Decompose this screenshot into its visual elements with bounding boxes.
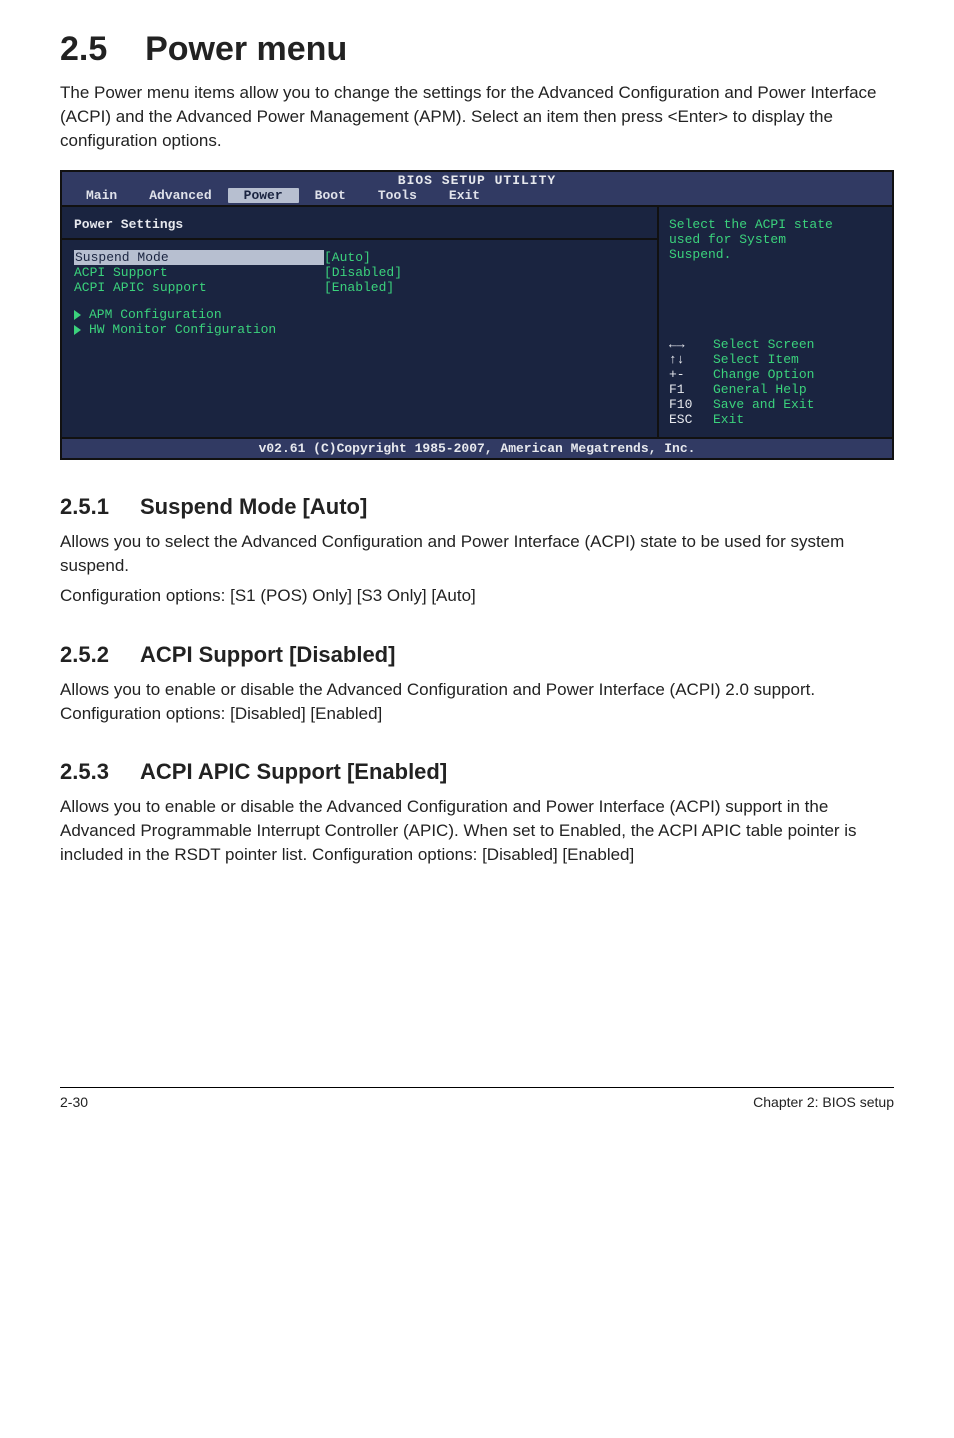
nav-key: ↑↓ — [669, 352, 713, 367]
menu-exit[interactable]: Exit — [433, 188, 496, 203]
menu-power[interactable]: Power — [228, 188, 299, 203]
setting-label: ACPI Support — [74, 265, 324, 280]
menu-tools[interactable]: Tools — [362, 188, 433, 203]
setting-acpi-apic-support[interactable]: ACPI APIC support [Enabled] — [74, 280, 645, 295]
nav-desc: Select Screen — [713, 337, 814, 352]
nav-key: ESC — [669, 412, 713, 427]
subsection-title: ACPI Support [Disabled] — [140, 642, 395, 667]
bios-right-pane: Select the ACPI state used for System Su… — [657, 207, 892, 437]
body-text: Allows you to select the Advanced Config… — [60, 530, 894, 578]
chapter-label: Chapter 2: BIOS setup — [753, 1094, 894, 1110]
subsection-number: 2.5.2 — [60, 642, 140, 668]
page-footer: 2-30 Chapter 2: BIOS setup — [60, 1087, 894, 1110]
subsection-number: 2.5.1 — [60, 494, 140, 520]
bios-footer: v02.61 (C)Copyright 1985-2007, American … — [62, 437, 892, 458]
body-text: Configuration options: [S1 (POS) Only] [… — [60, 584, 894, 608]
subsection-number: 2.5.3 — [60, 759, 140, 785]
bios-screenshot: BIOS SETUP UTILITY Main Advanced Power B… — [60, 170, 894, 460]
help-line: Select the ACPI state — [669, 217, 882, 232]
nav-desc: Select Item — [713, 352, 799, 367]
subsection-title: ACPI APIC Support [Enabled] — [140, 759, 447, 784]
panel-title: Power Settings — [74, 217, 645, 232]
setting-suspend-mode[interactable]: Suspend Mode [Auto] — [74, 250, 645, 265]
triangle-right-icon — [74, 310, 81, 320]
nav-key: F10 — [669, 397, 713, 412]
menu-advanced[interactable]: Advanced — [133, 188, 227, 203]
setting-value: [Enabled] — [324, 280, 394, 295]
triangle-right-icon — [74, 325, 81, 335]
divider — [62, 238, 657, 240]
help-line: used for System — [669, 232, 882, 247]
setting-label: ACPI APIC support — [74, 280, 324, 295]
setting-label: Suspend Mode — [74, 250, 324, 265]
section-heading: 2.5 Power menu — [60, 30, 894, 69]
nav-legend: ←→Select Screen ↑↓Select Item +-Change O… — [659, 327, 892, 437]
setting-acpi-support[interactable]: ACPI Support [Disabled] — [74, 265, 645, 280]
setting-value: [Auto] — [324, 250, 371, 265]
subsection-title: Suspend Mode [Auto] — [140, 494, 367, 519]
menu-boot[interactable]: Boot — [299, 188, 362, 203]
page-number: 2-30 — [60, 1094, 88, 1110]
submenu-hw-monitor-configuration[interactable]: HW Monitor Configuration — [74, 322, 645, 337]
nav-desc: General Help — [713, 382, 807, 397]
submenu-label: APM Configuration — [89, 307, 222, 322]
help-line: Suspend. — [669, 247, 882, 262]
subsection-heading: 2.5.2ACPI Support [Disabled] — [60, 642, 894, 668]
section-title: Power menu — [145, 30, 347, 68]
subsection-heading: 2.5.1Suspend Mode [Auto] — [60, 494, 894, 520]
bios-title: BIOS SETUP UTILITY — [62, 172, 892, 188]
bios-left-pane: Power Settings Suspend Mode [Auto] ACPI … — [62, 207, 657, 437]
menu-main[interactable]: Main — [70, 188, 133, 203]
nav-desc: Save and Exit — [713, 397, 814, 412]
bios-menu-bar: Main Advanced Power Boot Tools Exit — [62, 188, 892, 205]
body-text: Allows you to enable or disable the Adva… — [60, 678, 894, 726]
nav-desc: Exit — [713, 412, 744, 427]
subsection-heading: 2.5.3ACPI APIC Support [Enabled] — [60, 759, 894, 785]
nav-key: F1 — [669, 382, 713, 397]
submenu-label: HW Monitor Configuration — [89, 322, 276, 337]
setting-value: [Disabled] — [324, 265, 402, 280]
submenu-apm-configuration[interactable]: APM Configuration — [74, 307, 645, 322]
nav-key: +- — [669, 367, 713, 382]
intro-paragraph: The Power menu items allow you to change… — [60, 81, 894, 152]
body-text: Allows you to enable or disable the Adva… — [60, 795, 894, 866]
nav-desc: Change Option — [713, 367, 814, 382]
section-number: 2.5 — [60, 30, 107, 68]
nav-key: ←→ — [669, 337, 713, 352]
